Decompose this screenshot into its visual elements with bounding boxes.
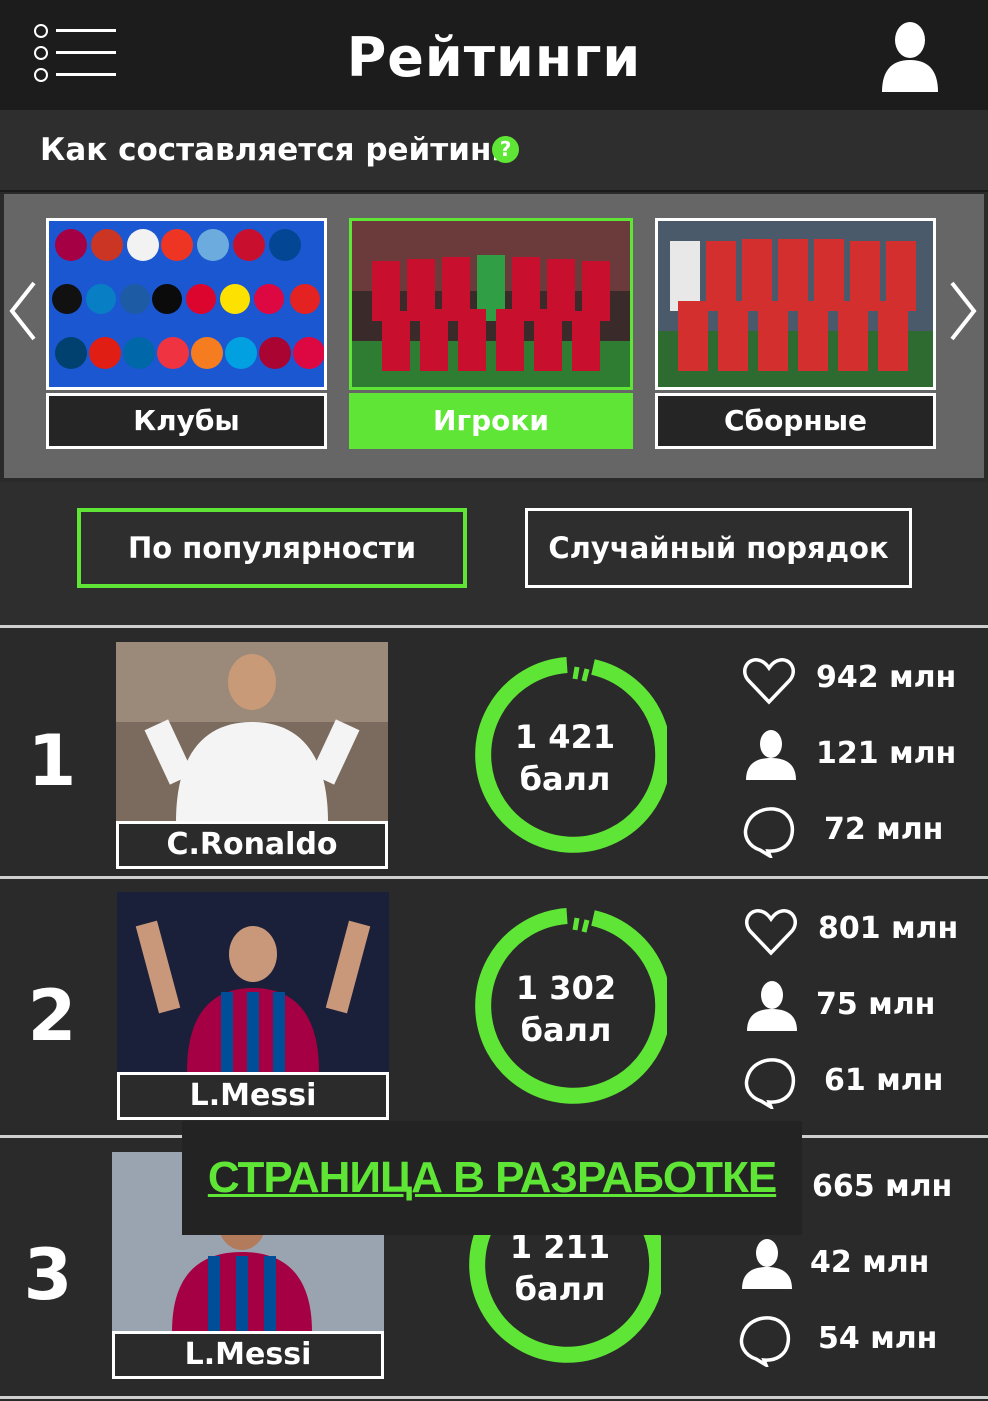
help-icon[interactable]: ? [492,136,519,163]
category-label-players: Игроки [349,393,633,449]
player-name: L.Messi [117,1072,389,1120]
category-label-national-teams: Сборные [655,393,936,449]
heart-icon [745,909,797,956]
player-name: L.Messi [112,1331,384,1379]
likes-count: 665 млн [812,1169,953,1204]
category-clubs[interactable]: Клубы [46,218,327,452]
comment-icon [743,807,795,858]
rating-info-text[interactable]: Как составляется рейтинг [40,132,508,168]
player-photo [116,642,388,822]
user-icon [746,730,796,780]
comment-icon [744,1058,796,1109]
divider [0,1396,988,1399]
dev-notice-banner: СТРАНИЦА В РАЗРАБОТКЕ [182,1121,802,1235]
likes-count: 801 млн [818,911,959,946]
user-icon [747,981,797,1031]
category-players[interactable]: Игроки [349,218,633,452]
followers-count: 75 млн [816,987,936,1022]
followers-count: 121 млн [816,736,957,771]
likes-count: 942 млн [816,660,957,695]
divider [0,625,988,628]
carousel-next-arrow[interactable] [946,275,982,347]
score-unit: балл [520,1011,612,1049]
page-title: Рейтинги [346,26,642,89]
clubs-image [46,218,327,390]
comments-count: 54 млн [818,1321,938,1356]
score-unit: балл [514,1270,606,1308]
player-photo [117,892,389,1072]
players-image [349,218,633,390]
comments-count: 61 млн [824,1063,944,1098]
rank-number: 3 [23,1234,73,1316]
player-name: C.Ronaldo [116,821,388,869]
rank-number: 2 [27,975,77,1057]
comment-icon [739,1316,791,1367]
score-value: 1 421 [514,718,616,756]
category-national-teams[interactable]: Сборные [655,218,936,452]
comments-count: 72 млн [824,812,944,847]
user-icon [882,22,938,92]
score-value: 1 302 [515,969,617,1007]
dev-notice-text: СТРАНИЦА В РАЗРАБОТКЕ [207,1153,777,1202]
sort-random-button[interactable]: Случайный порядок [525,508,912,588]
category-label-clubs: Клубы [46,393,327,449]
national-teams-image [655,218,936,390]
carousel-prev-arrow[interactable] [4,275,40,347]
rank-number: 1 [27,720,77,802]
sort-popularity-button[interactable]: По популярности [77,508,467,588]
profile-button[interactable] [878,18,942,92]
score-unit: балл [519,760,611,798]
user-icon [742,1239,792,1289]
followers-count: 42 млн [810,1245,930,1280]
heart-icon [743,658,795,705]
divider [0,876,988,879]
